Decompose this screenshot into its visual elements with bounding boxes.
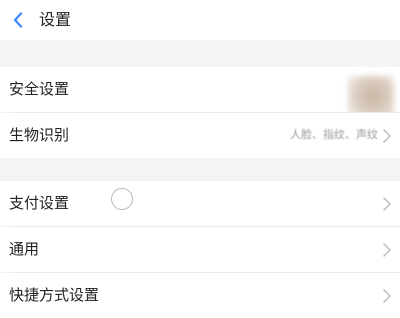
section-gap [0,40,400,67]
page-title: 设置 [39,10,72,29]
settings-row-shortcuts[interactable]: 快捷方式设置 [0,273,400,318]
title-bar: 设置 [0,0,400,40]
chevron-right-icon [383,197,391,211]
settings-row-payment[interactable]: 支付设置 [0,181,400,226]
chevron-right-icon [383,243,391,257]
settings-row-label: 通用 [9,240,40,258]
settings-row-security[interactable]: 安全设置 [0,67,400,159]
section-gap [0,158,400,181]
settings-row-biometrics[interactable]: 生物识别 人脸、指纹、声纹 [0,113,400,158]
settings-row-label: 快捷方式设置 [9,286,100,304]
settings-row-label: 支付设置 [9,194,70,212]
settings-row-label: 生物识别 [9,126,70,144]
chevron-right-icon [383,129,391,143]
settings-row-value: 人脸、指纹、声纹 [290,128,378,141]
touch-indicator [111,188,133,210]
settings-row-general[interactable]: 通用 [0,227,400,272]
settings-row-label: 安全设置 [9,80,70,98]
back-arrow-icon[interactable] [8,9,28,31]
back-arrow-icon-glyph [13,12,23,28]
chevron-right-icon [383,289,391,303]
